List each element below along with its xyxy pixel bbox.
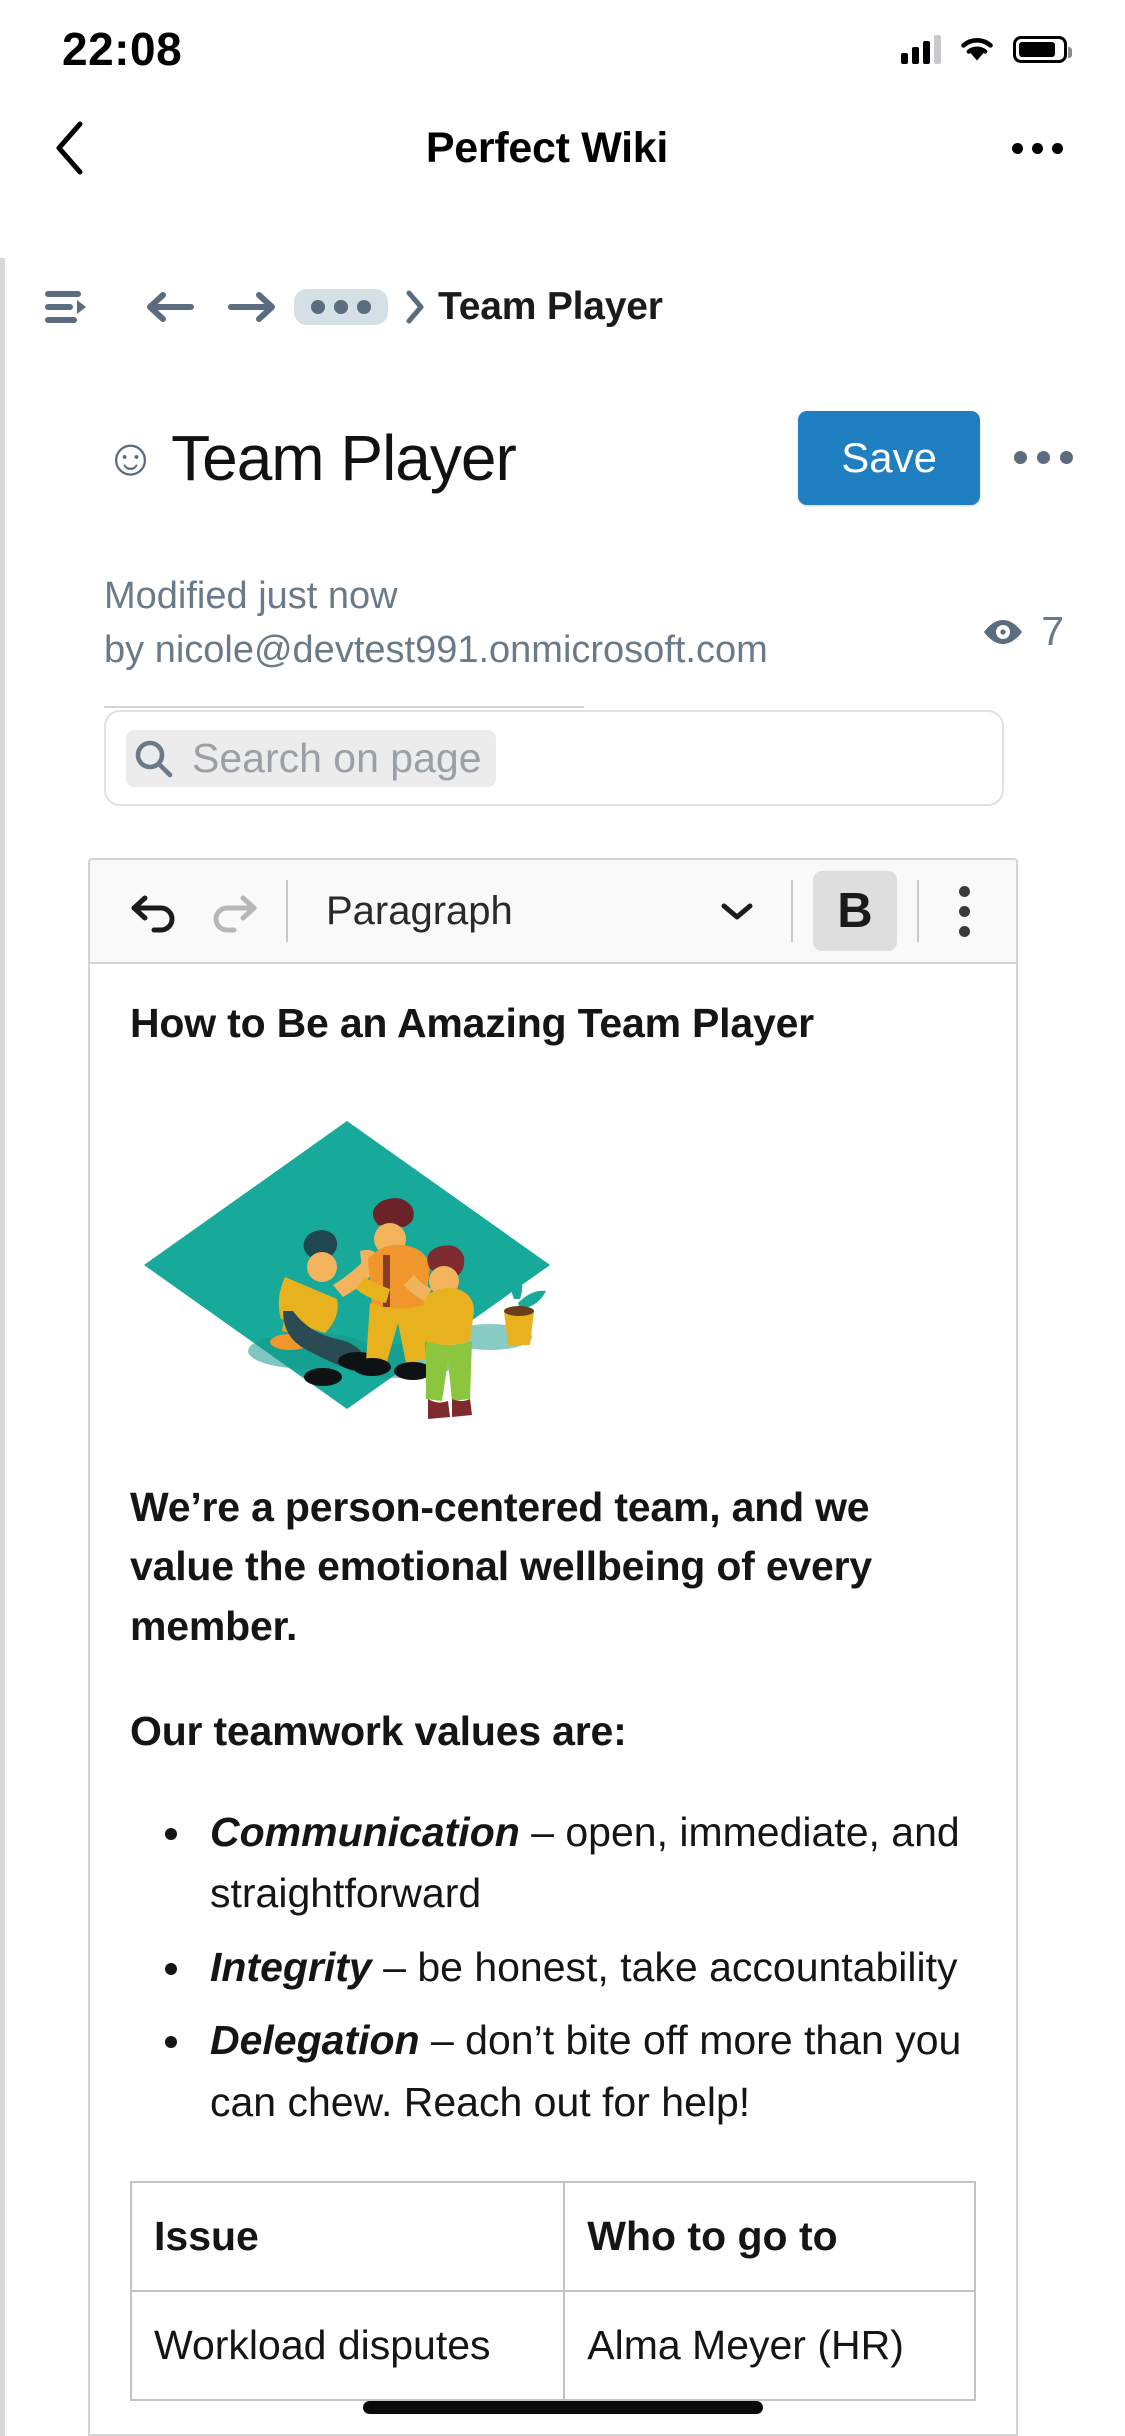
page-title[interactable]: Team Player	[171, 421, 516, 495]
chevron-right-icon	[404, 289, 426, 325]
paragraph-style-value: Paragraph	[326, 889, 513, 934]
nav-forward-button[interactable]	[222, 287, 284, 327]
left-rail-divider	[0, 258, 5, 2436]
table-header-row: Issue Who to go to	[131, 2182, 975, 2291]
breadcrumb-separator	[404, 289, 426, 325]
list-item-term: Communication	[210, 1809, 520, 1855]
toolbar-divider	[917, 880, 919, 942]
undo-arrow-icon	[128, 889, 182, 933]
page-emoji-icon[interactable]: ☺	[104, 432, 157, 484]
teamwork-values-list: Communication – open, immediate, and str…	[196, 1802, 976, 2134]
list-item: Communication – open, immediate, and str…	[196, 1802, 976, 1925]
document-heading: How to Be an Amazing Team Player	[130, 1000, 976, 1047]
list-item: Integrity – be honest, take accountabili…	[196, 1937, 976, 1999]
table-cell: Alma Meyer (HR)	[564, 2291, 975, 2400]
page-meta: Modified just now by nicole@devtest991.o…	[104, 570, 1064, 678]
ellipsis-vertical-icon	[959, 886, 970, 897]
editor-toolbar: Paragraph B	[90, 860, 1016, 964]
document-lead-paragraph: We’re a person-centered team, and we val…	[130, 1478, 976, 1656]
status-icons	[901, 34, 1067, 64]
app-more-button[interactable]	[1002, 133, 1073, 164]
arrow-right-icon	[227, 287, 279, 327]
app-title: Perfect Wiki	[426, 124, 668, 173]
chevron-down-icon	[719, 899, 755, 923]
view-count: 7	[1041, 608, 1064, 655]
bold-button[interactable]: B	[813, 871, 897, 951]
undo-button[interactable]	[116, 876, 194, 946]
search-icon	[132, 737, 174, 779]
team-collaboration-illustration	[132, 1099, 976, 1434]
save-button[interactable]: Save	[798, 411, 980, 505]
search-placeholder: Search on page	[192, 735, 482, 782]
home-indicator	[363, 2401, 763, 2414]
list-item: Delegation – don’t bite off more than yo…	[196, 2010, 976, 2133]
breadcrumb: Team Player	[0, 262, 1125, 352]
nav-back-button[interactable]	[138, 287, 200, 327]
issue-contact-table: Issue Who to go to Workload disputes Alm…	[130, 2181, 976, 2401]
battery-icon	[1013, 36, 1067, 63]
list-item-text: – be honest, take accountability	[372, 1944, 958, 1990]
redo-button[interactable]	[194, 876, 272, 946]
list-item-term: Delegation	[210, 2017, 420, 2063]
sidebar-toggle-button[interactable]	[36, 287, 98, 327]
eye-icon	[981, 617, 1025, 647]
page-more-button[interactable]	[1004, 437, 1083, 478]
toolbar-divider	[791, 880, 793, 942]
status-time: 22:08	[62, 22, 182, 76]
ellipsis-horizontal-icon	[1012, 143, 1023, 154]
chevron-left-icon	[52, 120, 86, 176]
page-title-row: ☺ Team Player Save	[0, 395, 1125, 520]
table-header-cell: Issue	[131, 2182, 564, 2291]
modified-text: Modified just now	[104, 570, 768, 624]
breadcrumb-overflow-button[interactable]	[294, 289, 388, 325]
status-bar: 22:08	[0, 0, 1125, 98]
paragraph-style-select[interactable]: Paragraph	[302, 876, 777, 946]
document-body[interactable]: How to Be an Amazing Team Player	[90, 964, 1016, 2401]
breadcrumb-current[interactable]: Team Player	[438, 285, 663, 329]
search-on-page-field[interactable]: Search on page	[104, 710, 1004, 806]
sidebar-expand-icon	[44, 287, 90, 327]
author-text: by nicole@devtest991.onmicrosoft.com	[104, 624, 768, 678]
list-item-term: Integrity	[210, 1944, 372, 1990]
meta-divider	[104, 706, 584, 708]
toolbar-divider	[286, 880, 288, 942]
table-row: Workload disputes Alma Meyer (HR)	[131, 2291, 975, 2400]
phone-screen: 22:08 Perfect Wiki	[0, 0, 1125, 2436]
arrow-left-icon	[143, 287, 195, 327]
wifi-icon	[958, 35, 996, 63]
table-cell: Workload disputes	[131, 2291, 564, 2400]
page-editor: Paragraph B How to Be an Amazing Team Pl…	[88, 858, 1018, 2436]
table-header-cell: Who to go to	[564, 2182, 975, 2291]
cellular-bars-icon	[901, 34, 941, 64]
redo-arrow-icon	[206, 889, 260, 933]
toolbar-more-button[interactable]	[933, 874, 990, 949]
app-header: Perfect Wiki	[0, 98, 1125, 198]
ellipsis-horizontal-icon	[311, 300, 325, 314]
view-counter: 7	[981, 570, 1064, 655]
document-subheading: Our teamwork values are:	[130, 1702, 976, 1761]
ellipsis-horizontal-icon	[1014, 451, 1027, 464]
back-button[interactable]	[46, 125, 92, 171]
